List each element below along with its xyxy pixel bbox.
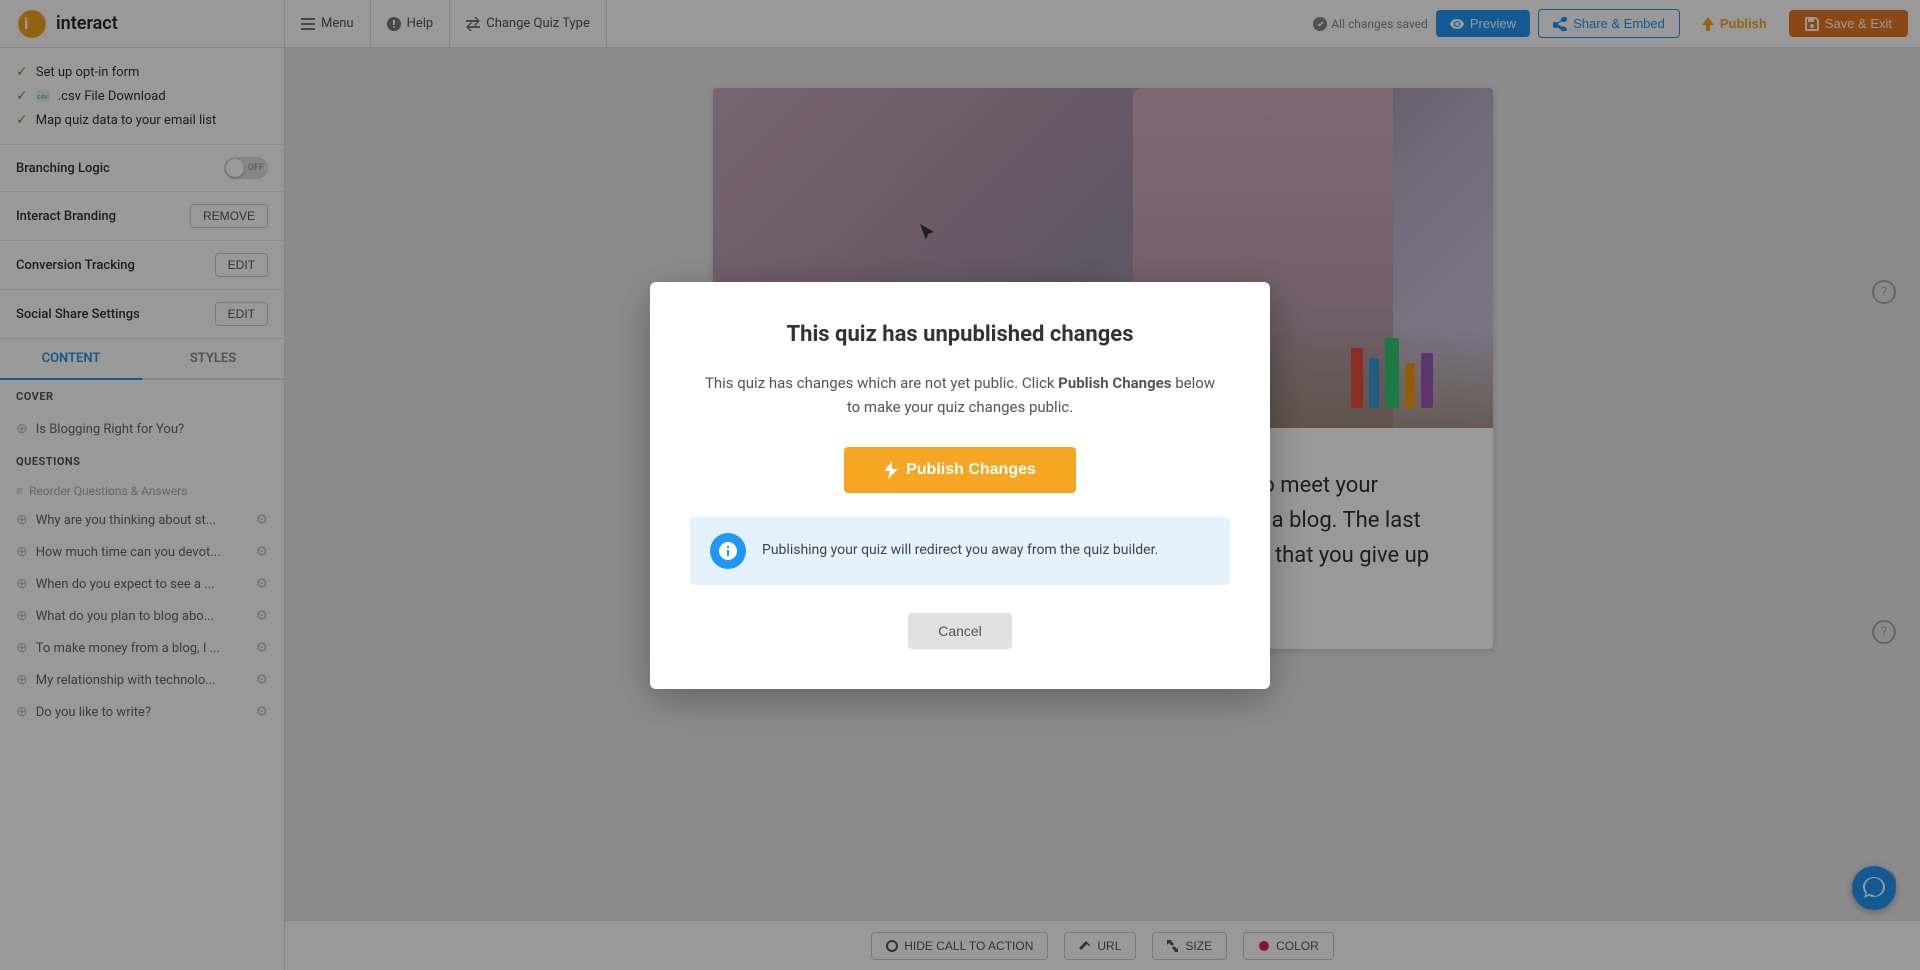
info-icon xyxy=(710,533,746,569)
publish-changes-label: Publish Changes xyxy=(906,461,1036,479)
info-text: Publishing your quiz will redirect you a… xyxy=(762,540,1158,561)
modal-desc-bold: Publish Changes xyxy=(1058,374,1171,392)
info-box: Publishing your quiz will redirect you a… xyxy=(690,517,1230,585)
modal-description: This quiz has changes which are not yet … xyxy=(690,371,1230,419)
modal-desc-plain3: to make your quiz changes public. xyxy=(847,398,1073,416)
modal-overlay[interactable]: This quiz has unpublished changes This q… xyxy=(0,0,1920,970)
publish-changes-button[interactable]: Publish Changes xyxy=(844,447,1076,493)
info-symbol-icon xyxy=(719,542,737,560)
cancel-button[interactable]: Cancel xyxy=(908,613,1012,649)
publish-modal: This quiz has unpublished changes This q… xyxy=(650,282,1270,689)
modal-desc-plain1: This quiz has changes which are not yet … xyxy=(705,374,1058,392)
lightning-icon xyxy=(884,461,898,479)
modal-title-plain: This quiz has xyxy=(787,322,924,347)
modal-desc-plain2: below xyxy=(1171,374,1215,392)
modal-title-bold: unpublished changes xyxy=(923,322,1133,347)
modal-title: This quiz has unpublished changes xyxy=(690,322,1230,347)
